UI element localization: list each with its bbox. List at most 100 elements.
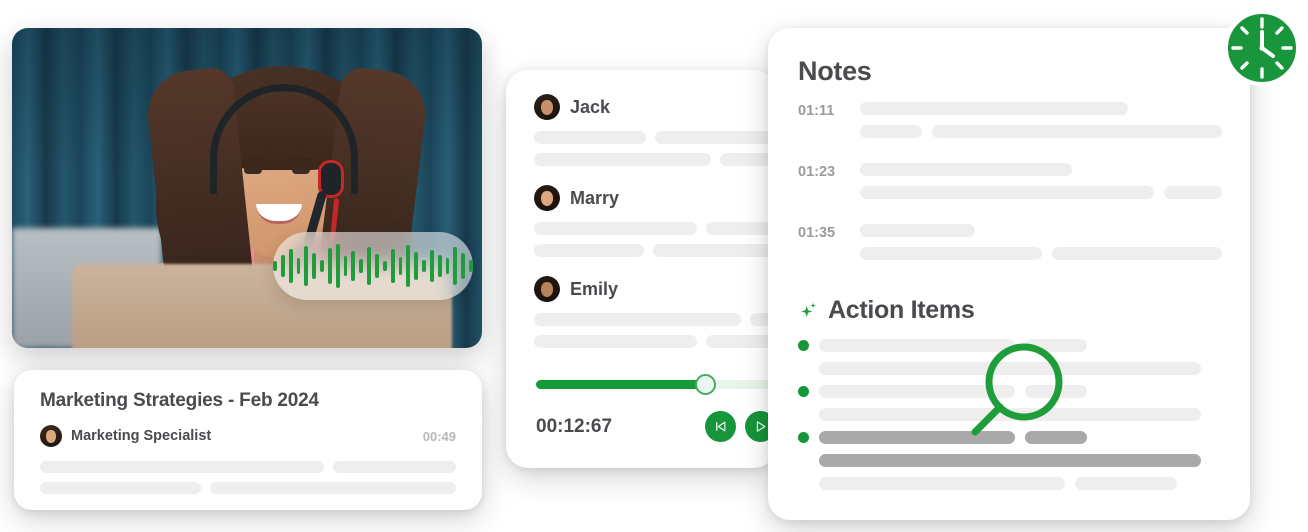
skeleton-row — [40, 482, 456, 494]
waveform-bar — [445, 258, 450, 274]
waveform-bar — [359, 259, 364, 273]
skeleton-bar — [1075, 477, 1177, 490]
action-item[interactable] — [798, 477, 1220, 490]
clock-icon[interactable] — [1220, 6, 1304, 90]
action-items-title: Action Items — [828, 296, 975, 324]
notes-list: 01:11 01:23 01:35 — [798, 102, 1222, 270]
skeleton-row — [534, 313, 776, 326]
speaker-block[interactable]: Emily — [534, 276, 776, 348]
speaker-header: Emily — [534, 276, 776, 302]
waveform-bar — [273, 261, 277, 271]
skeleton-row — [860, 102, 1222, 115]
waveform-bar — [343, 256, 348, 276]
skeleton-bar — [40, 461, 324, 473]
skeleton-bar — [332, 461, 456, 473]
note-skeleton-rows — [860, 163, 1222, 209]
waveform-bar — [327, 248, 332, 284]
waveform-bar — [304, 246, 309, 286]
speaker-block[interactable]: Jack — [534, 94, 776, 166]
skeleton-bar — [932, 125, 1222, 138]
skeleton-row — [798, 477, 1220, 490]
skeleton-bar — [1164, 186, 1222, 199]
speaker-name: Marry — [570, 187, 620, 208]
meeting-skeleton-rows — [14, 461, 482, 494]
progress-thumb[interactable] — [694, 374, 716, 395]
waveform-bar — [414, 252, 419, 280]
skeleton-row — [860, 163, 1222, 176]
speaker-skeleton-rows — [534, 222, 776, 257]
transcript-card[interactable]: Jack Marry Emily 00:12:67 — [506, 70, 776, 468]
note-skeleton-rows — [860, 102, 1222, 148]
progress-fill — [536, 380, 705, 389]
skeleton-row — [860, 186, 1222, 199]
skeleton-row — [860, 247, 1222, 260]
avatar — [534, 94, 560, 120]
skeleton-bar — [706, 222, 776, 235]
audio-player[interactable]: 00:12:67 — [506, 374, 776, 468]
skeleton-row — [534, 153, 776, 166]
skeleton-row — [860, 224, 1222, 237]
skeleton-bar — [819, 454, 1201, 467]
skeleton-bar — [860, 224, 975, 237]
waveform-bar — [367, 247, 371, 285]
speaker-header: Jack — [534, 94, 776, 120]
waveform-bar — [461, 253, 466, 279]
duration-label: 00:49 — [422, 428, 456, 444]
skeleton-bar — [534, 313, 741, 326]
meeting-summary-card[interactable]: Marketing Strategies - Feb 2024 Marketin… — [14, 370, 482, 510]
avatar — [534, 185, 560, 211]
notes-title: Notes — [798, 56, 872, 86]
agent-photo — [12, 28, 482, 348]
skeleton-bar — [209, 482, 456, 494]
skeleton-row — [534, 222, 776, 235]
skeleton-bar — [860, 102, 1128, 115]
note-timestamp: 01:23 — [798, 164, 836, 180]
rewind-button[interactable] — [705, 411, 736, 442]
note-timestamp: 01:35 — [798, 225, 836, 241]
speaker-list: Jack Marry Emily — [506, 70, 776, 348]
bullet-dot — [798, 386, 809, 397]
bullet-dot — [798, 340, 809, 351]
skeleton-bar — [534, 244, 644, 257]
note-timestamp: 01:11 — [798, 103, 835, 119]
play-icon — [756, 421, 766, 432]
note-row[interactable]: 01:11 — [798, 102, 1222, 148]
waveform-bar — [469, 260, 473, 272]
waveform-bar — [437, 255, 442, 277]
participant-name: Marketing Specialist — [71, 428, 212, 444]
skeleton-row — [40, 461, 456, 473]
waveform-bar — [335, 244, 340, 288]
note-row[interactable]: 01:35 — [798, 224, 1222, 270]
screenshot-stage: Marketing Strategies - Feb 2024 Marketin… — [0, 0, 1308, 532]
skeleton-bar — [1052, 247, 1222, 260]
speaker-block[interactable]: Marry — [534, 185, 776, 257]
waveform-bar — [351, 251, 356, 281]
note-skeleton-rows — [860, 224, 1222, 270]
playback-time: 00:12:67 — [536, 415, 613, 437]
waveform-bar — [320, 260, 324, 272]
audio-waveform-bubble — [273, 232, 473, 300]
note-row[interactable]: 01:23 — [798, 163, 1222, 209]
avatar — [534, 276, 560, 302]
waveform-bar — [422, 260, 426, 272]
skeleton-bar — [534, 335, 698, 348]
speaker-header: Marry — [534, 185, 776, 211]
speaker-skeleton-rows — [534, 313, 776, 348]
skeleton-bar — [534, 131, 646, 144]
video-preview-card[interactable] — [12, 28, 482, 348]
waveform-bar — [296, 258, 301, 274]
skeleton-row — [534, 244, 776, 257]
magnifier-icon — [971, 343, 1063, 436]
notes-card[interactable]: Notes 01:11 01:23 01:35 Action Items — [768, 28, 1250, 520]
waveform-bar — [288, 249, 293, 283]
skeleton-bar — [534, 153, 712, 166]
waveform-bar — [406, 245, 411, 287]
skeleton-bar — [819, 477, 1065, 490]
page-title: Marketing Strategies - Feb 2024 — [40, 390, 319, 411]
waveform-bar — [382, 261, 387, 271]
progress-slider[interactable] — [536, 374, 776, 395]
speaker-name: Emily — [570, 278, 619, 299]
skeleton-bar — [860, 125, 922, 138]
skeleton-row — [798, 454, 1220, 467]
avatar — [40, 425, 62, 447]
